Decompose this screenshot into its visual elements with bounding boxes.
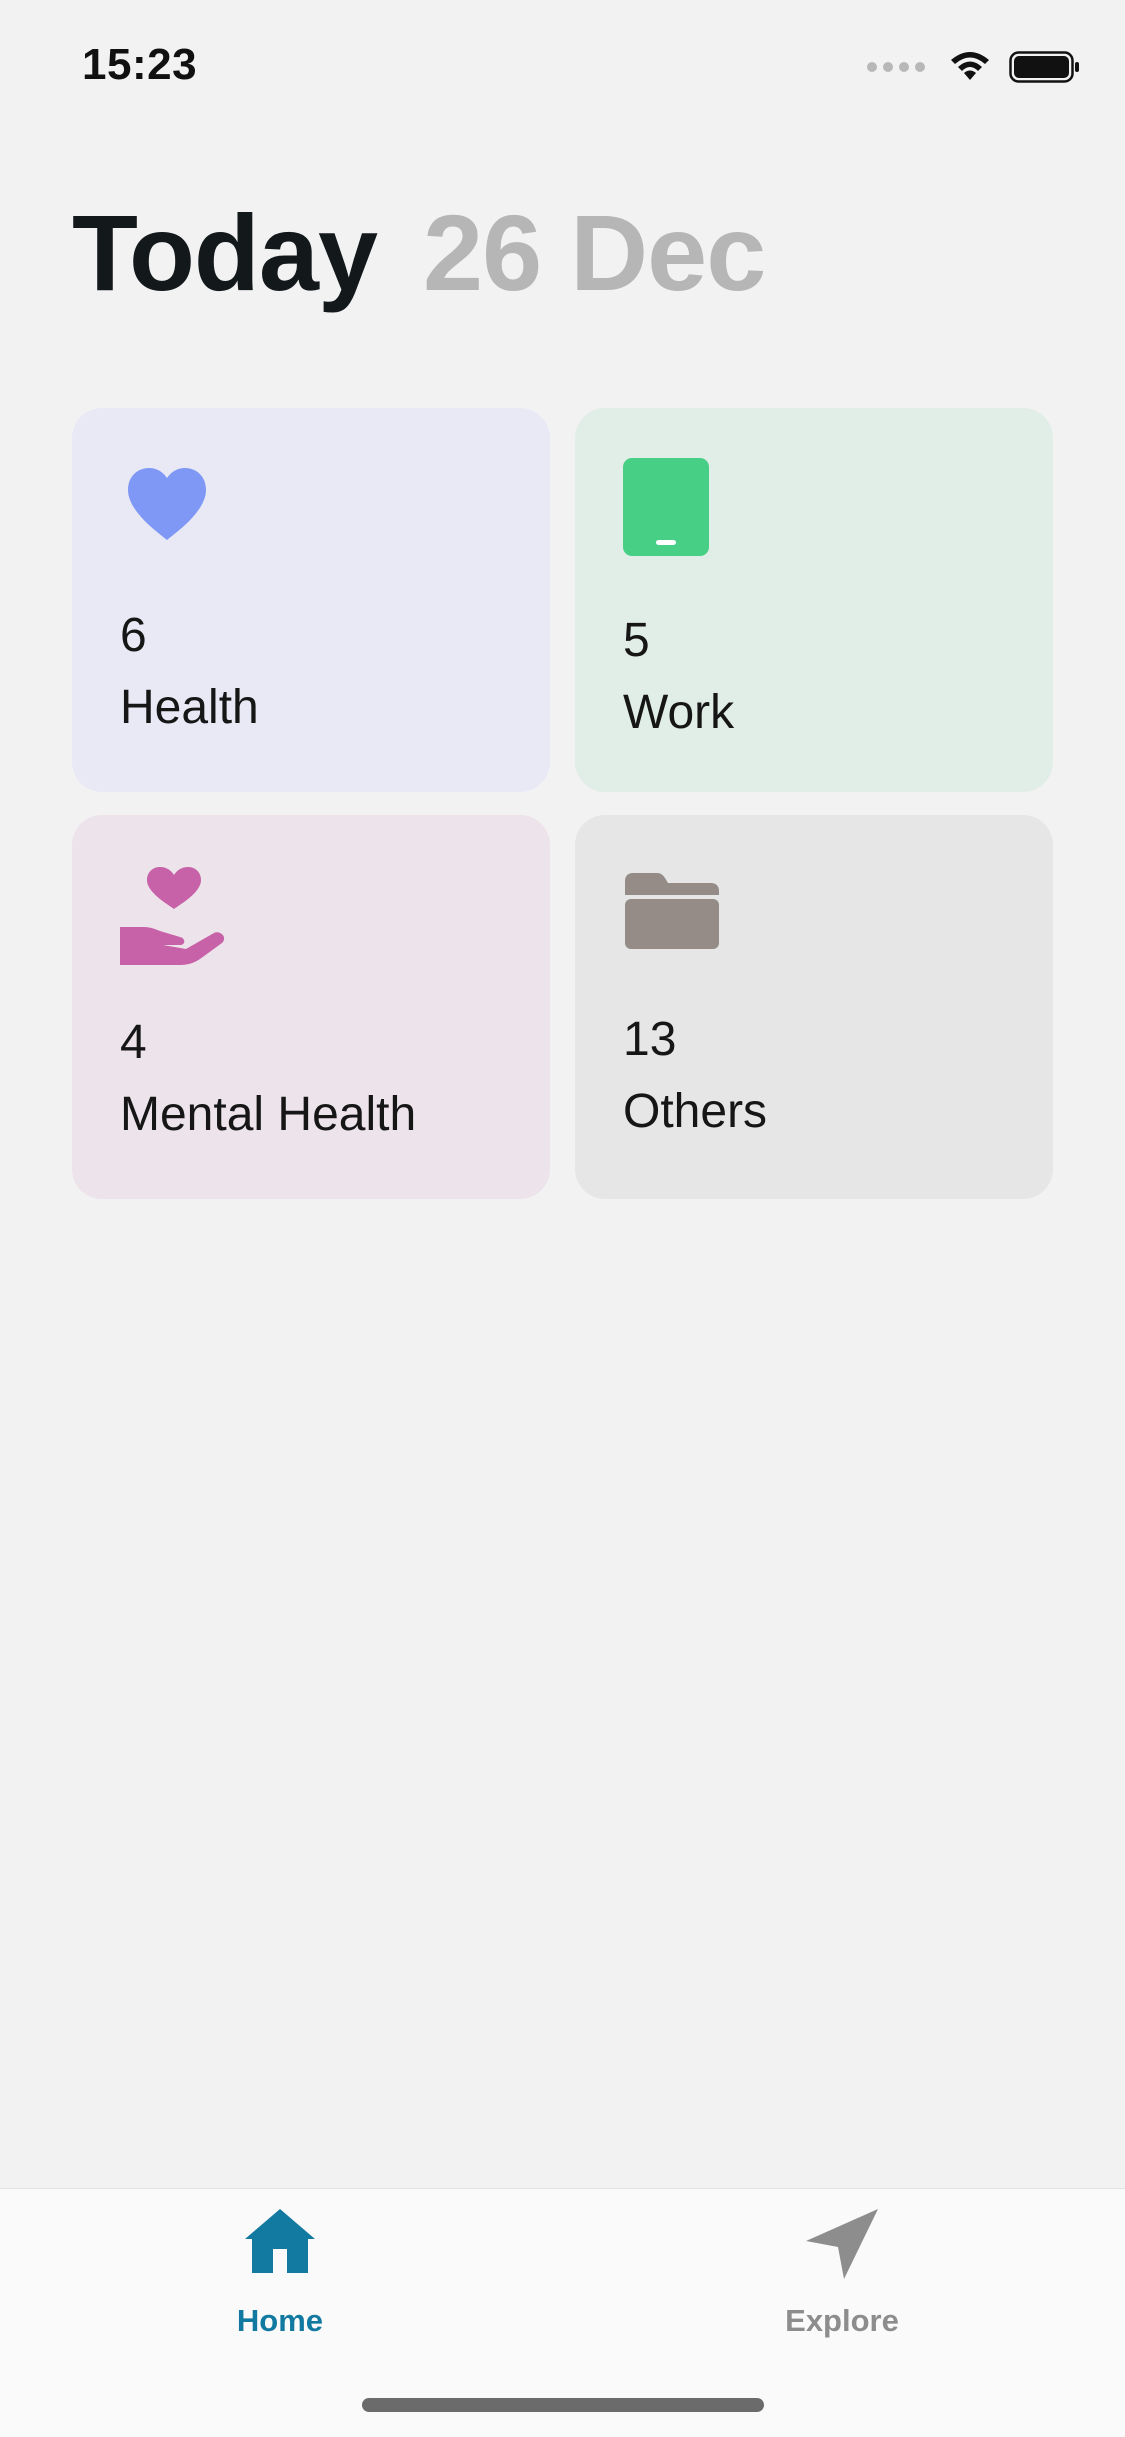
home-indicator <box>362 2398 764 2412</box>
wifi-icon <box>951 52 989 80</box>
category-count: 5 <box>623 614 650 667</box>
category-count: 13 <box>623 1013 677 1066</box>
battery-icon <box>1009 51 1079 83</box>
category-count: 4 <box>120 1016 147 1069</box>
paper-plane-icon <box>806 2209 878 2279</box>
page-title: Today <box>72 192 378 313</box>
hand-heart-icon <box>120 867 225 965</box>
category-label: Health <box>120 681 259 734</box>
heart-icon <box>128 468 206 540</box>
tablet-icon <box>623 458 709 556</box>
folder-icon <box>625 873 719 949</box>
category-card-mental-health[interactable]: 4 Mental Health <box>72 815 550 1199</box>
category-label: Others <box>623 1085 768 1138</box>
category-label: Work <box>623 686 735 739</box>
tab-explore[interactable]: Explore <box>712 2207 972 2357</box>
cellular-signal-icon <box>867 62 925 72</box>
status-icons <box>867 50 1081 84</box>
tab-explore-label: Explore <box>785 2303 899 2338</box>
tab-home-label: Home <box>236 2303 324 2338</box>
page-header: Today 26 Dec <box>72 190 766 315</box>
house-icon <box>245 2209 315 2273</box>
page-date: 26 Dec <box>423 192 766 313</box>
category-label: Mental Health <box>120 1088 417 1141</box>
tab-home[interactable]: Home <box>150 2207 410 2357</box>
category-card-others[interactable]: 13 Others <box>575 815 1053 1199</box>
category-count: 6 <box>120 609 147 662</box>
status-bar: 15:23 <box>0 0 1125 140</box>
category-card-health[interactable]: 6 Health <box>72 408 550 792</box>
status-time: 15:23 <box>82 40 198 89</box>
category-card-work[interactable]: 5 Work <box>575 408 1053 792</box>
